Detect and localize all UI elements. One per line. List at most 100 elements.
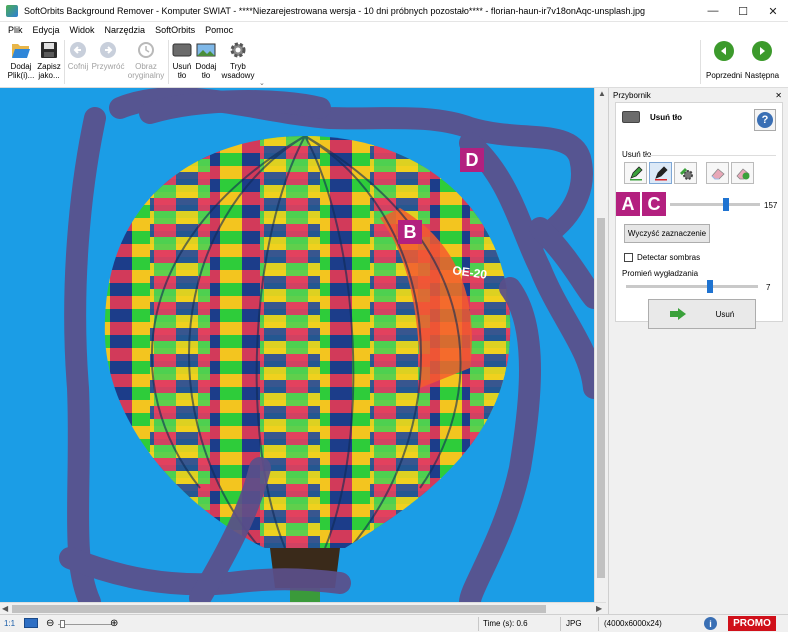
redo-icon bbox=[98, 40, 118, 60]
menu-pomoc[interactable]: Pomoc bbox=[205, 25, 233, 35]
window-title: SoftOrbits Background Remover - Komputer… bbox=[24, 5, 645, 16]
red-pen-icon bbox=[654, 166, 668, 181]
zoom-slider[interactable] bbox=[58, 624, 112, 625]
image-format: JPG bbox=[566, 619, 582, 628]
menu-narzedzia[interactable]: Narzędzia bbox=[105, 25, 146, 35]
title-bar: SoftOrbits Background Remover - Komputer… bbox=[0, 0, 788, 22]
status-separator bbox=[598, 617, 599, 631]
fit-screen-icon[interactable] bbox=[24, 618, 38, 628]
red-marker-tool[interactable] bbox=[649, 162, 672, 184]
menu-plik[interactable]: Plik bbox=[8, 25, 23, 35]
menu-widok[interactable]: Widok bbox=[70, 25, 95, 35]
marker-c: C bbox=[642, 192, 666, 216]
save-as-button[interactable]: Zapisz jako... bbox=[36, 40, 62, 80]
eraser-tool[interactable] bbox=[706, 162, 729, 184]
remove-button[interactable]: Usuń bbox=[648, 299, 756, 329]
horizontal-scrollbar[interactable]: ◀ ▶ bbox=[0, 602, 606, 614]
zoom-slider-thumb[interactable] bbox=[60, 620, 65, 628]
add-file-label-2: Plik(i)... bbox=[7, 71, 35, 80]
remove-bg-tool-icon bbox=[622, 111, 640, 123]
original-image-button[interactable]: Obraz oryginalny bbox=[126, 40, 166, 80]
smooth-radius-slider[interactable] bbox=[626, 285, 758, 288]
smooth-radius-label: Promień wygładzania bbox=[622, 269, 699, 278]
promo-button[interactable]: PROMO bbox=[728, 616, 776, 631]
panel-close-icon[interactable]: ✕ bbox=[775, 91, 782, 100]
batch-label-2: wsadowy bbox=[221, 71, 255, 80]
brush-size-slider[interactable] bbox=[670, 203, 760, 206]
redo-button[interactable]: Przywróć bbox=[92, 40, 124, 71]
status-bar: 1:1 ⊖ ⊕ Time (s): 0.6 JPG (4000x6000x24)… bbox=[0, 614, 788, 632]
redo-label: Przywróć bbox=[91, 62, 125, 71]
menu-bar: Plik Edycja Widok Narzędzia SoftOrbits P… bbox=[0, 22, 788, 37]
undo-label: Cofnij bbox=[67, 62, 89, 71]
vertical-scrollbar[interactable]: ▲ bbox=[594, 88, 606, 602]
green-marker-tool[interactable] bbox=[624, 162, 647, 184]
previous-button[interactable]: Poprzedni bbox=[704, 41, 744, 80]
add-bg-label-1: Dodaj bbox=[195, 62, 217, 71]
eraser-icon bbox=[710, 168, 725, 180]
menu-softorbits[interactable]: SoftOrbits bbox=[155, 25, 195, 35]
image-canvas[interactable]: OE-20 D B bbox=[0, 88, 594, 602]
marker-d: D bbox=[460, 148, 484, 172]
maximize-button[interactable]: ☐ bbox=[728, 0, 758, 22]
clock-icon bbox=[136, 40, 156, 60]
help-icon: ? bbox=[757, 112, 773, 128]
green-pen-icon bbox=[629, 166, 643, 181]
remove-background-button[interactable]: Usuń tło bbox=[170, 40, 194, 80]
horizontal-scroll-thumb[interactable] bbox=[12, 605, 546, 613]
remove-button-label: Usuń bbox=[715, 309, 735, 319]
add-file-button[interactable]: Dodaj Plik(i)... bbox=[6, 40, 36, 80]
undo-icon bbox=[68, 40, 88, 60]
status-separator bbox=[560, 617, 561, 631]
clear-selection-button[interactable]: Wyczyść zaznaczenie bbox=[624, 224, 710, 243]
toolbox-title: Przybornik bbox=[613, 90, 651, 100]
close-button[interactable]: ✕ bbox=[758, 0, 788, 22]
undo-button[interactable]: Cofnij bbox=[66, 40, 90, 71]
remove-bg-icon bbox=[172, 40, 192, 60]
folder-open-icon bbox=[11, 40, 31, 60]
smooth-radius-value: 7 bbox=[766, 282, 771, 292]
scroll-up-icon[interactable]: ▲ bbox=[598, 89, 606, 98]
next-button[interactable]: Następna bbox=[744, 41, 780, 80]
ribbon-expand-icon[interactable]: ⌄ bbox=[259, 79, 265, 87]
minimize-button[interactable]: — bbox=[698, 0, 728, 22]
restore-eraser-tool[interactable] bbox=[731, 162, 754, 184]
zoom-out-icon[interactable]: ⊖ bbox=[46, 618, 54, 629]
floppy-icon bbox=[39, 40, 59, 60]
ribbon-separator bbox=[700, 40, 701, 84]
help-button[interactable]: ? bbox=[754, 109, 776, 131]
smooth-radius-thumb[interactable] bbox=[707, 280, 714, 293]
marker-a: A bbox=[616, 192, 640, 216]
marker-b: B bbox=[398, 220, 422, 244]
original-label-2: oryginalny bbox=[127, 71, 165, 80]
batch-mode-button[interactable]: Tryb wsadowy bbox=[218, 40, 258, 80]
menu-edycja[interactable]: Edycja bbox=[33, 25, 60, 35]
group-divider bbox=[646, 155, 776, 156]
add-background-button[interactable]: Dodaj tło bbox=[194, 40, 218, 80]
add-bg-label-2: tło bbox=[201, 71, 211, 80]
batch-label-1: Tryb bbox=[230, 62, 246, 71]
vertical-scroll-thumb[interactable] bbox=[597, 218, 605, 578]
gear-brush-icon bbox=[679, 168, 693, 180]
arrow-right-green-icon bbox=[669, 308, 686, 320]
ribbon-toolbar: Dodaj Plik(i)... Zapisz jako... Cofnij P… bbox=[0, 37, 788, 88]
scroll-right-icon[interactable]: ▶ bbox=[596, 604, 602, 613]
brush-size-thumb[interactable] bbox=[722, 198, 729, 211]
remove-bg-label-2: tło bbox=[177, 71, 187, 80]
info-icon[interactable]: i bbox=[704, 617, 717, 630]
zoom-in-icon[interactable]: ⊕ bbox=[110, 618, 118, 629]
zoom-ratio[interactable]: 1:1 bbox=[4, 619, 15, 628]
toolbox-panel: Przybornik ✕ Usuń tło ? Usuń tło A C 157… bbox=[608, 88, 788, 614]
scroll-left-icon[interactable]: ◀ bbox=[2, 604, 8, 613]
auto-select-tool[interactable] bbox=[674, 162, 697, 184]
arrow-left-icon bbox=[714, 41, 734, 61]
toolbox-content: Usuń tło ? Usuń tło A C 157 Wyczyść zazn… bbox=[615, 102, 783, 329]
image-dimensions: (4000x6000x24) bbox=[604, 619, 662, 628]
detect-shadows-label: Detectar sombras bbox=[637, 253, 701, 262]
detect-shadows-checkbox[interactable] bbox=[624, 253, 633, 262]
balloon-photo: OE-20 bbox=[0, 88, 594, 602]
original-label-1: Obraz bbox=[135, 62, 157, 71]
add-bg-icon bbox=[196, 40, 216, 60]
processing-time: Time (s): 0.6 bbox=[483, 619, 528, 628]
next-label: Następna bbox=[744, 71, 780, 80]
